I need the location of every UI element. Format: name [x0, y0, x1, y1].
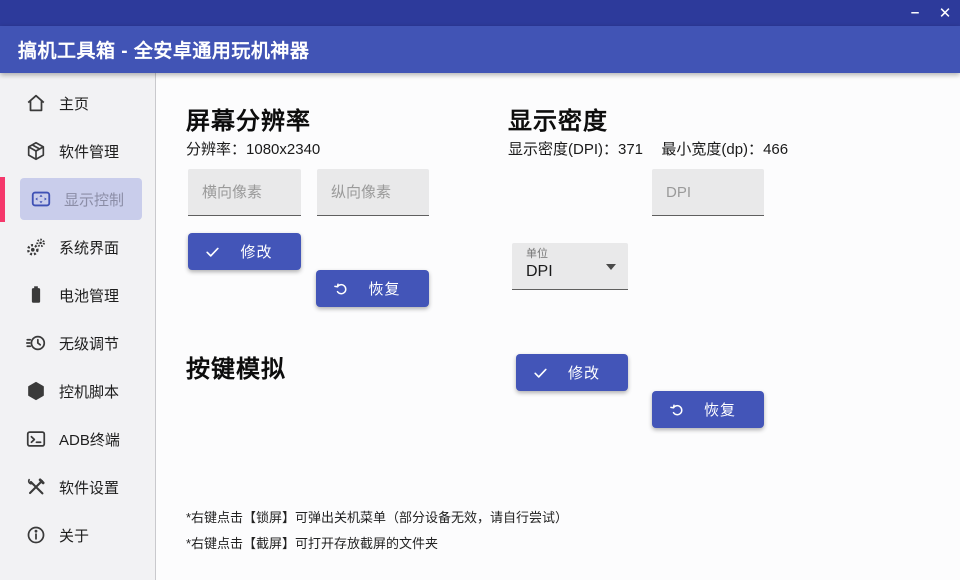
check-icon — [532, 364, 549, 381]
resolution-restore-button[interactable]: 恢复 — [316, 270, 429, 307]
sidebar-item-label: 软件管理 — [59, 141, 119, 162]
sidebar-item-adb-terminal[interactable]: ADB终端 — [0, 415, 155, 463]
note-lock: *右键点击【锁屏】可弹出关机菜单（部分设备无效，请自行尝试） — [186, 507, 568, 526]
caption-bar: – ✕ — [0, 0, 960, 26]
chevron-down-icon — [606, 264, 616, 270]
sidebar-item-label: 无级调节 — [59, 333, 119, 354]
sidebar-item-label: 软件设置 — [59, 477, 119, 498]
resolution-heading: 屏幕分辨率 — [186, 101, 311, 136]
density-heading: 显示密度 — [508, 101, 608, 136]
sidebar-item-label: 系统界面 — [59, 237, 119, 258]
resolution-modify-button[interactable]: 修改 — [188, 233, 301, 270]
sidebar-item-label: 显示控制 — [64, 189, 124, 210]
app-header: 搞机工具箱 - 全安卓通用玩机神器 — [0, 26, 960, 73]
density-modify-button[interactable]: 修改 — [516, 354, 628, 391]
sidebar: 主页 软件管理 显示控制 系统界面 电池管理 无级调节 控机脚本 — [0, 73, 156, 580]
sidebar-item-label: 主页 — [59, 93, 89, 114]
sidebar-item-settings[interactable]: 软件设置 — [0, 463, 155, 511]
main-content: 屏幕分辨率 分辨率：1080x2340 修改 恢复 显示密度 显示密度(DPI)… — [157, 73, 960, 580]
restore-icon — [332, 280, 350, 298]
terminal-icon — [25, 428, 47, 450]
hexagon-icon — [25, 380, 47, 402]
vertical-pixels-input[interactable] — [317, 169, 429, 216]
close-button[interactable]: ✕ — [930, 0, 960, 26]
modify-label: 修改 — [240, 241, 272, 262]
restore-icon — [668, 401, 686, 419]
tools-icon — [25, 476, 47, 498]
package-icon — [25, 140, 47, 162]
note-screenshot: *右键点击【截屏】可打开存放截屏的文件夹 — [186, 533, 438, 552]
minimize-button[interactable]: – — [900, 0, 930, 26]
unit-dropdown-value: DPI — [526, 261, 618, 283]
display-icon — [30, 188, 52, 210]
sidebar-item-label: 关于 — [59, 525, 89, 546]
check-icon — [204, 243, 221, 260]
modify-label: 修改 — [568, 362, 600, 383]
sidebar-item-system-ui[interactable]: 系统界面 — [0, 223, 155, 271]
sidebar-item-app-management[interactable]: 软件管理 — [0, 127, 155, 175]
sidebar-item-stepless-adjust[interactable]: 无级调节 — [0, 319, 155, 367]
gears-icon — [25, 236, 47, 258]
sidebar-item-label: 电池管理 — [59, 285, 119, 306]
minwidth-value: 466 — [763, 141, 788, 158]
density-info: 显示密度(DPI)：371 最小宽度(dp)：466 — [508, 138, 788, 159]
keysim-heading: 按键模拟 — [186, 349, 286, 384]
app-title: 搞机工具箱 - 全安卓通用玩机神器 — [18, 36, 309, 63]
home-icon — [25, 92, 47, 114]
resolution-value: 分辨率：1080x2340 — [186, 138, 320, 159]
app-window: – ✕ 搞机工具箱 - 全安卓通用玩机神器 主页 软件管理 显示控制 系统界面 … — [0, 0, 960, 580]
restore-label: 恢复 — [704, 399, 736, 420]
battery-icon — [25, 284, 47, 306]
unit-dropdown-label: 单位 — [526, 248, 618, 261]
dpi-input[interactable] — [652, 169, 764, 216]
timer-icon — [25, 332, 47, 354]
dpi-label: 显示密度(DPI)： — [508, 141, 618, 158]
sidebar-item-control-script[interactable]: 控机脚本 — [0, 367, 155, 415]
minwidth-label: 最小宽度(dp)： — [661, 141, 763, 158]
dpi-value: 371 — [618, 141, 643, 158]
restore-label: 恢复 — [368, 278, 400, 299]
resolution-label: 分辨率： — [186, 141, 246, 158]
horizontal-pixels-input[interactable] — [188, 169, 301, 216]
sidebar-item-label: 控机脚本 — [59, 381, 119, 402]
selected-accent-bar — [0, 177, 5, 222]
info-icon — [25, 524, 47, 546]
sidebar-item-home[interactable]: 主页 — [0, 79, 155, 127]
density-restore-button[interactable]: 恢复 — [652, 391, 764, 428]
sidebar-item-battery[interactable]: 电池管理 — [0, 271, 155, 319]
unit-dropdown[interactable]: 单位 DPI — [512, 243, 628, 290]
resolution-current: 1080x2340 — [246, 141, 320, 158]
sidebar-item-about[interactable]: 关于 — [0, 511, 155, 559]
sidebar-item-display-control[interactable]: 显示控制 — [20, 178, 142, 220]
sidebar-item-label: ADB终端 — [59, 429, 120, 450]
